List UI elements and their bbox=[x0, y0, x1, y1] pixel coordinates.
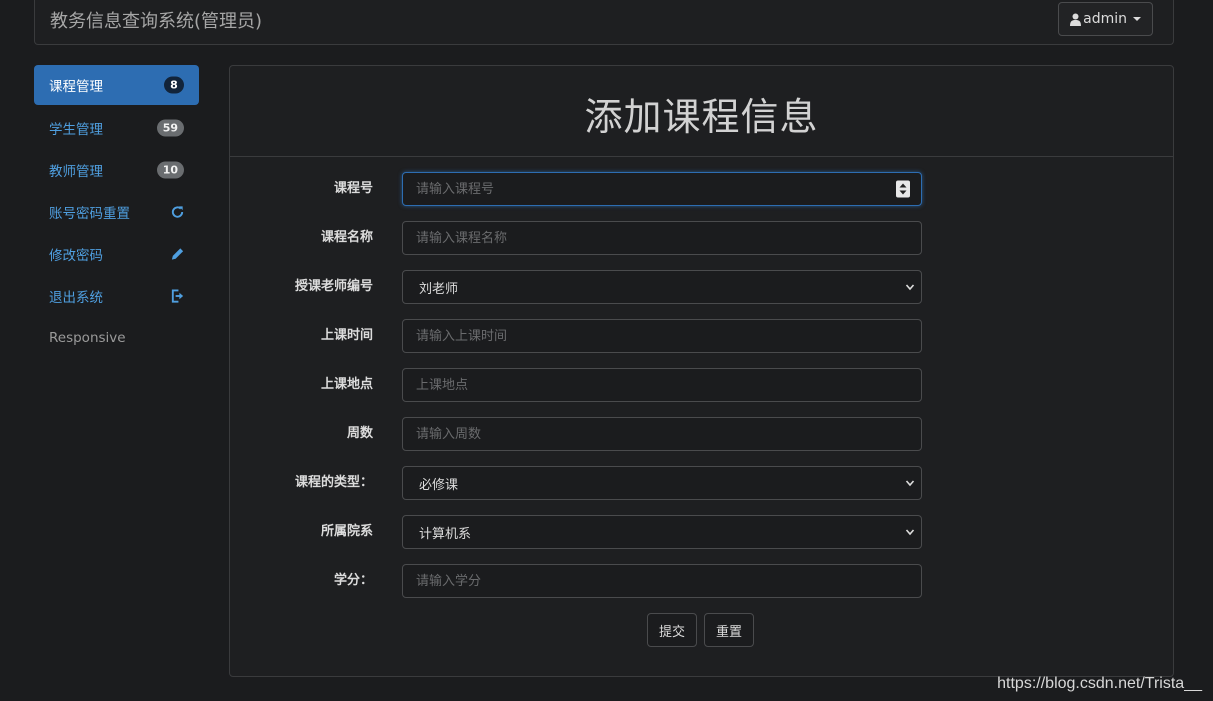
sidebar-item-password-reset[interactable]: 账号密码重置 bbox=[34, 191, 199, 233]
form-row-credit: 学分： bbox=[230, 564, 1175, 598]
course-type-select[interactable]: 必修课 bbox=[402, 466, 922, 500]
count-badge: 59 bbox=[156, 119, 184, 137]
course-type-label: 课程的类型： bbox=[294, 475, 373, 490]
sidebar-item-label: 教师管理 bbox=[49, 164, 103, 180]
app-title: 教务信息查询系统(管理员) bbox=[50, 11, 263, 32]
sidebar-item-label: 课程管理 bbox=[49, 79, 103, 95]
course-name-label: 课程名称 bbox=[320, 230, 373, 245]
reset-button[interactable]: 重置 bbox=[704, 613, 755, 647]
user-name: admin bbox=[1083, 11, 1127, 27]
form-row-class-place: 上课地点 bbox=[230, 368, 1175, 402]
sidebar-item-change-password[interactable]: 修改密码 bbox=[34, 233, 199, 275]
sidebar-item-responsive[interactable]: Responsive bbox=[34, 317, 199, 359]
count-badge: 10 bbox=[156, 161, 184, 179]
add-course-panel: 添加课程信息 课程号 课程名称 授课老师编号 刘老师 上课时间 上课地点 周数 … bbox=[229, 65, 1174, 677]
form-row-weeks: 周数 bbox=[230, 417, 1175, 451]
sidebar-item-student-management[interactable]: 学生管理 59 bbox=[34, 107, 199, 149]
teacher-select[interactable]: 刘老师 bbox=[402, 270, 922, 304]
sidebar-item-label: 修改密码 bbox=[49, 248, 103, 264]
course-id-label: 课程号 bbox=[333, 181, 373, 196]
chevron-down-icon bbox=[905, 529, 915, 536]
form-row-course-name: 课程名称 bbox=[230, 221, 1175, 255]
logout-icon bbox=[171, 289, 184, 303]
user-menu-button[interactable]: admin bbox=[1058, 2, 1153, 36]
top-navbar: 教务信息查询系统(管理员) admin bbox=[34, 0, 1174, 45]
form-row-class-time: 上课时间 bbox=[230, 319, 1175, 353]
form-actions: 提交 重置 bbox=[230, 613, 1175, 647]
form-row-teacher: 授课老师编号 刘老师 bbox=[230, 270, 1175, 304]
class-time-input[interactable] bbox=[402, 319, 922, 353]
weeks-input[interactable] bbox=[402, 417, 922, 451]
count-badge: 8 bbox=[164, 76, 184, 94]
sidebar-item-label: 退出系统 bbox=[49, 290, 103, 306]
course-name-input[interactable] bbox=[402, 221, 922, 255]
teacher-label: 授课老师编号 bbox=[294, 279, 373, 294]
form-row-course-id: 课程号 bbox=[230, 172, 1175, 206]
chevron-down-icon bbox=[905, 480, 915, 487]
weeks-label: 周数 bbox=[346, 426, 373, 441]
sidebar-item-logout[interactable]: 退出系统 bbox=[34, 275, 199, 317]
sidebar-item-label: 学生管理 bbox=[49, 122, 103, 138]
form-row-department: 所属院系 计算机系 bbox=[230, 515, 1175, 549]
class-time-label: 上课时间 bbox=[320, 328, 373, 343]
user-icon bbox=[1070, 13, 1082, 26]
panel-header: 添加课程信息 bbox=[230, 66, 1173, 157]
sidebar-item-label: 账号密码重置 bbox=[49, 206, 130, 222]
submit-button[interactable]: 提交 bbox=[647, 613, 698, 647]
sidebar: 课程管理 8 学生管理 59 教师管理 10 账号密码重置 修改密码 退出系统 … bbox=[34, 65, 199, 359]
caret-down-icon bbox=[1133, 17, 1141, 21]
pencil-icon bbox=[171, 248, 184, 260]
course-type-select-value: 必修课 bbox=[419, 477, 459, 493]
department-select[interactable]: 计算机系 bbox=[402, 515, 922, 549]
class-place-label: 上课地点 bbox=[320, 377, 373, 392]
department-label: 所属院系 bbox=[320, 524, 373, 539]
form-row-course-type: 课程的类型： 必修课 bbox=[230, 466, 1175, 500]
refresh-icon bbox=[171, 206, 184, 218]
sidebar-item-label: Responsive bbox=[49, 330, 126, 346]
chevron-down-icon bbox=[905, 284, 915, 291]
watermark-url: https://blog.csdn.net/Trista__ bbox=[997, 675, 1202, 692]
course-id-input[interactable] bbox=[402, 172, 922, 206]
page-title: 添加课程信息 bbox=[584, 94, 819, 139]
teacher-select-value: 刘老师 bbox=[419, 281, 459, 297]
credit-input[interactable] bbox=[402, 564, 922, 598]
sidebar-item-course-management[interactable]: 课程管理 8 bbox=[34, 65, 199, 105]
sidebar-item-teacher-management[interactable]: 教师管理 10 bbox=[34, 149, 199, 191]
department-select-value: 计算机系 bbox=[419, 526, 472, 542]
credit-label: 学分： bbox=[333, 573, 373, 588]
class-place-input[interactable] bbox=[402, 368, 922, 402]
